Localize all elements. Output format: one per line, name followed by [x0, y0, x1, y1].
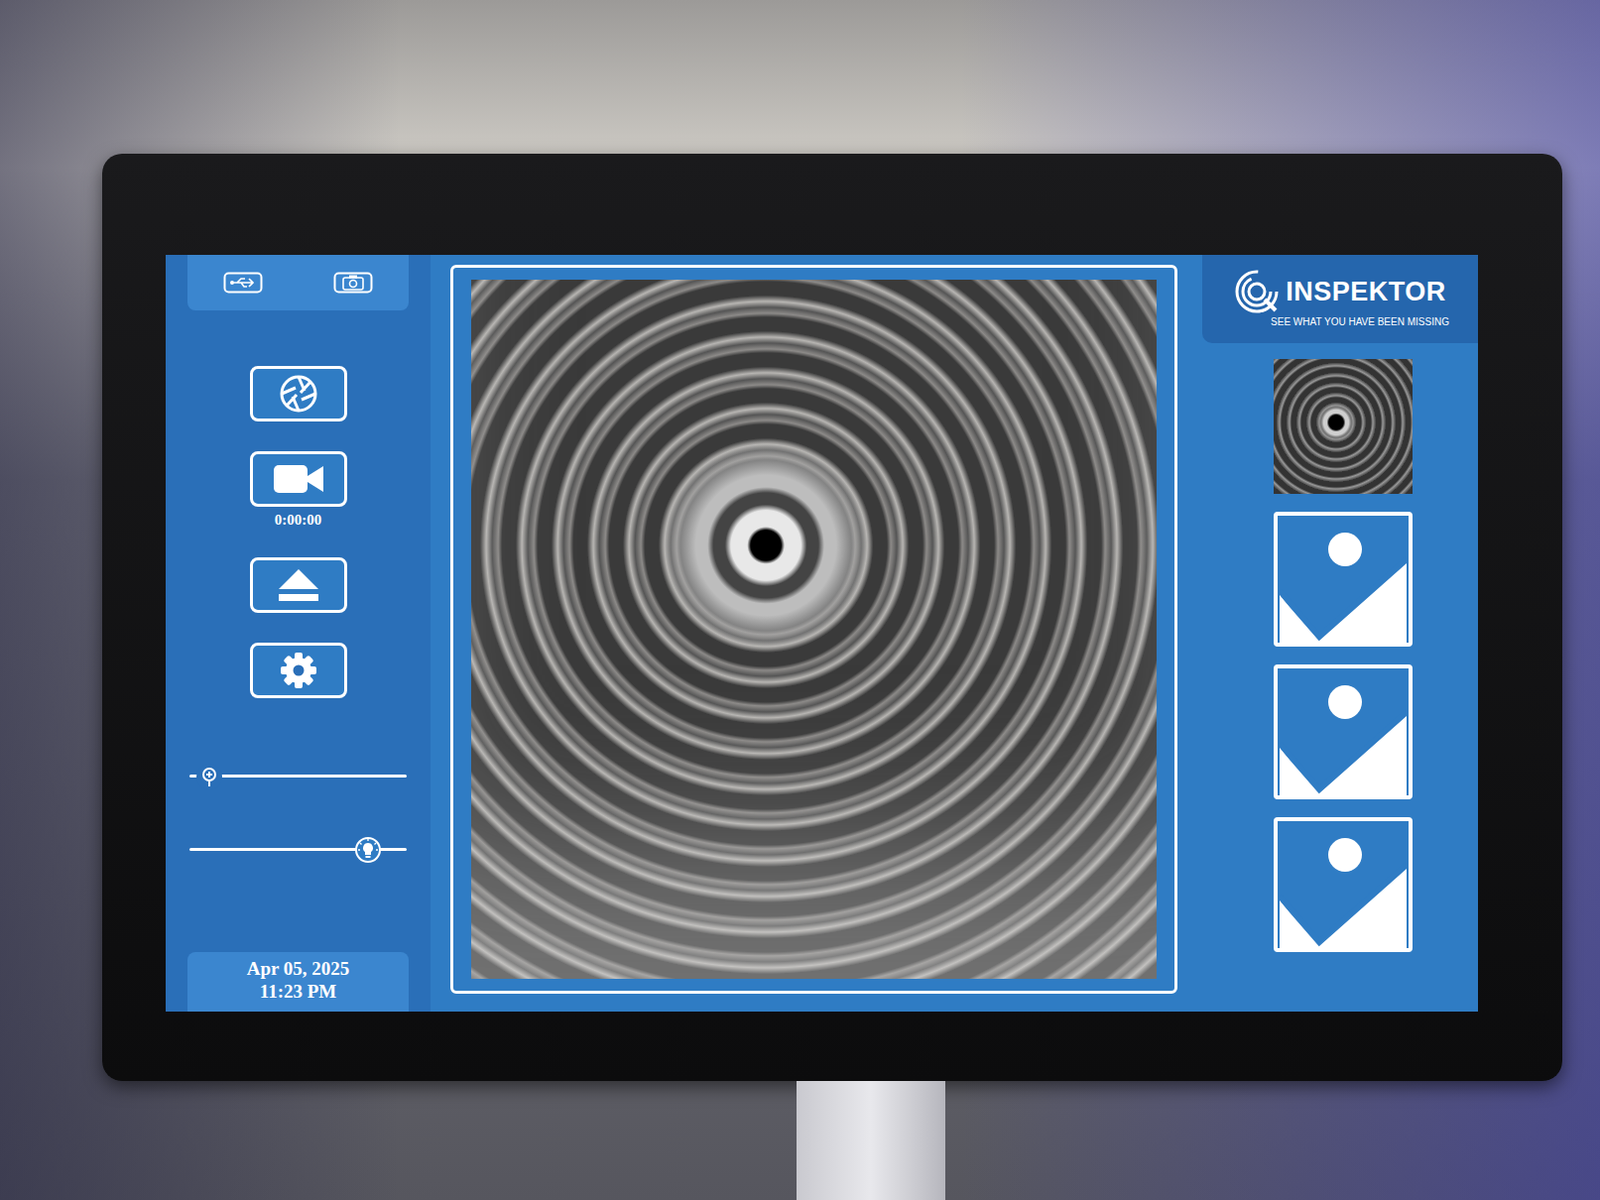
- control-panel: 0:00:00 Apr 05, 202511:23 PM: [165, 254, 431, 1012]
- zoom-slider[interactable]: [189, 763, 407, 788]
- image-placeholder-icon: [1279, 672, 1407, 796]
- live-feed: [471, 279, 1157, 980]
- image-placeholder-icon: [1279, 825, 1407, 949]
- gear-icon: [279, 651, 318, 690]
- datetime: Apr 05, 202511:23 PM: [187, 952, 409, 1012]
- device-bar: [187, 254, 409, 311]
- bulb-icon: [357, 839, 379, 862]
- capture-button[interactable]: [249, 366, 348, 422]
- image-placeholder-icon: [1279, 519, 1407, 643]
- record-button[interactable]: [249, 451, 348, 507]
- thumbnail-list: [1263, 359, 1413, 953]
- gallery-panel: INSPEKTOR SEE WHAT YOU HAVE BEEN MISSING: [1197, 254, 1478, 1012]
- thumbnail[interactable]: [1273, 511, 1413, 647]
- slider-track: [189, 774, 407, 778]
- monitor: 0:00:00 Apr 05, 202511:23 PM INSPEKTOR SEE …: [102, 153, 1563, 1082]
- usb-icon: [223, 271, 263, 294]
- expo-scene: 0:00:00 Apr 05, 202511:23 PM INSPEKTOR SEE …: [0, 0, 1600, 1200]
- thumbnail-photo: [1273, 359, 1413, 494]
- camera-button[interactable]: [333, 271, 373, 294]
- thumbnail[interactable]: [1273, 359, 1413, 494]
- camera-icon: [333, 271, 373, 294]
- logo-icon: [1233, 268, 1280, 315]
- magnifier-icon: [198, 765, 221, 788]
- logo: INSPEKTOR SEE WHAT YOU HAVE BEEN MISSING: [1202, 254, 1478, 344]
- sliders: [187, 763, 409, 862]
- time-text: 11:23 PM: [195, 981, 401, 1004]
- usb-button[interactable]: [223, 271, 263, 294]
- video-frame: [450, 264, 1178, 994]
- date-text: Apr 05, 2025: [195, 958, 401, 982]
- tagline: SEE WHAT YOU HAVE BEEN MISSING: [1230, 316, 1450, 328]
- brightness-thumb[interactable]: [355, 837, 381, 863]
- eject-icon: [276, 567, 321, 604]
- brightness-slider[interactable]: [189, 837, 407, 862]
- viewer: [430, 254, 1198, 1012]
- video-camera-icon: [271, 462, 326, 496]
- monitor-stand: [796, 1081, 946, 1200]
- settings-button[interactable]: [249, 642, 348, 699]
- record-group: 0:00:00: [249, 451, 348, 528]
- inspection-app: 0:00:00 Apr 05, 202511:23 PM INSPEKTOR SEE …: [165, 254, 1478, 1012]
- control-buttons: 0:00:00: [187, 366, 409, 699]
- eject-button[interactable]: [249, 557, 348, 614]
- thumbnail[interactable]: [1273, 817, 1413, 953]
- shutter-icon: [278, 373, 319, 414]
- thumbnail[interactable]: [1273, 664, 1413, 800]
- zoom-thumb[interactable]: [196, 763, 223, 790]
- record-timer: 0:00:00: [274, 512, 323, 528]
- logo-text: INSPEKTOR: [1285, 276, 1447, 308]
